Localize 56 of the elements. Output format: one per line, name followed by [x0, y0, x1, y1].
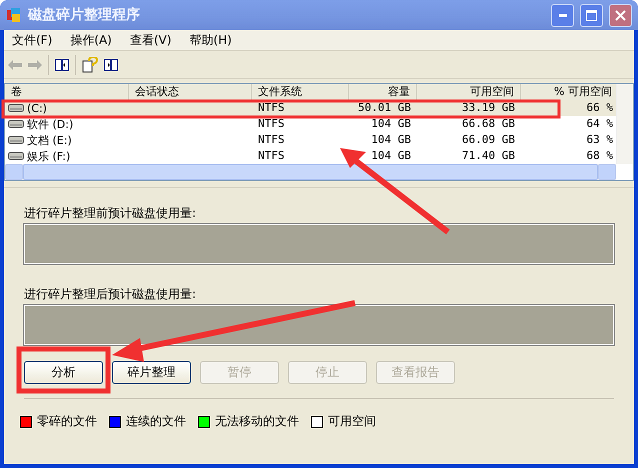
column-header[interactable]: 容量: [349, 84, 417, 100]
table-cell-text: 64 %: [586, 116, 614, 132]
table-cell-text: 33.19 GB: [461, 100, 516, 116]
table-cell: 软件 (D:): [27, 116, 74, 132]
menu-item[interactable]: 操作(A): [70, 32, 112, 48]
horizontal-scrollbar[interactable]: [5, 164, 616, 180]
before-usage-label: 进行碎片整理前预计磁盘使用量:: [24, 206, 198, 220]
action-button[interactable]: 碎片整理: [112, 361, 191, 384]
minimize-button[interactable]: [551, 4, 574, 26]
legend-label: 零碎的文件: [37, 413, 97, 430]
table-cell: 娱乐 (F:): [27, 148, 70, 164]
table-cell-text: 66.09 GB: [461, 132, 516, 148]
window-title: 磁盘碎片整理程序: [28, 6, 141, 24]
menu-item[interactable]: 查看(V): [130, 32, 172, 48]
column-header[interactable]: 卷: [5, 84, 129, 100]
action-button[interactable]: 分析: [24, 361, 103, 384]
column-header[interactable]: 文件系统: [252, 84, 349, 100]
panel-icon[interactable]: [55, 58, 69, 70]
table-cell: (C:): [27, 102, 47, 114]
help-icon[interactable]: [82, 56, 98, 72]
menu-item[interactable]: 文件(F): [12, 32, 52, 48]
legend-label: 无法移动的文件: [215, 413, 299, 430]
volume-row[interactable]: 文档 (E:) NTFS 104 GB 66.09 GB 63 %: [5, 132, 616, 148]
minimize-icon: [558, 14, 566, 16]
drive-icon: [8, 135, 24, 145]
table-cell-text: 66 %: [586, 100, 614, 116]
table-cell-text: NTFS: [257, 100, 286, 116]
maximize-icon: [586, 10, 597, 20]
table-cell-text: NTFS: [257, 132, 286, 148]
table-cell-text: 104 GB: [370, 132, 412, 148]
table-cell-text: NTFS: [257, 148, 286, 164]
vertical-scrollbar[interactable]: [616, 84, 633, 164]
table-cell-text: 63 %: [586, 132, 614, 148]
table-cell-text: NTFS: [257, 116, 286, 132]
close-icon: [615, 10, 626, 20]
table-cell-text: 50.01 GB: [357, 100, 412, 116]
legend-label: 可用空间: [328, 413, 376, 430]
volume-row[interactable]: 娱乐 (F:) NTFS 104 GB 71.40 GB 68 %: [5, 148, 616, 164]
after-usage-label: 进行碎片整理后预计磁盘使用量:: [24, 287, 198, 301]
table-cell-text: 68 %: [586, 148, 614, 164]
menu-item[interactable]: 帮助(H): [189, 32, 232, 48]
table-cell-text: 104 GB: [370, 116, 412, 132]
app-icon: [6, 7, 22, 23]
drive-icon: [8, 151, 24, 161]
drive-icon: [8, 119, 24, 129]
table-cell-text: 104 GB: [370, 148, 412, 164]
panel-icon[interactable]: [104, 58, 118, 70]
table-cell: 文档 (E:): [27, 132, 72, 148]
table-cell-text: 71.40 GB: [461, 148, 516, 164]
legend-label: 连续的文件: [126, 413, 186, 430]
table-cell-text: 66.68 GB: [461, 116, 516, 132]
close-button[interactable]: [609, 4, 632, 26]
maximize-button[interactable]: [580, 4, 603, 26]
drive-icon: [8, 103, 24, 113]
column-header[interactable]: 会话状态: [129, 84, 252, 100]
column-header[interactable]: 可用空间: [417, 84, 521, 100]
